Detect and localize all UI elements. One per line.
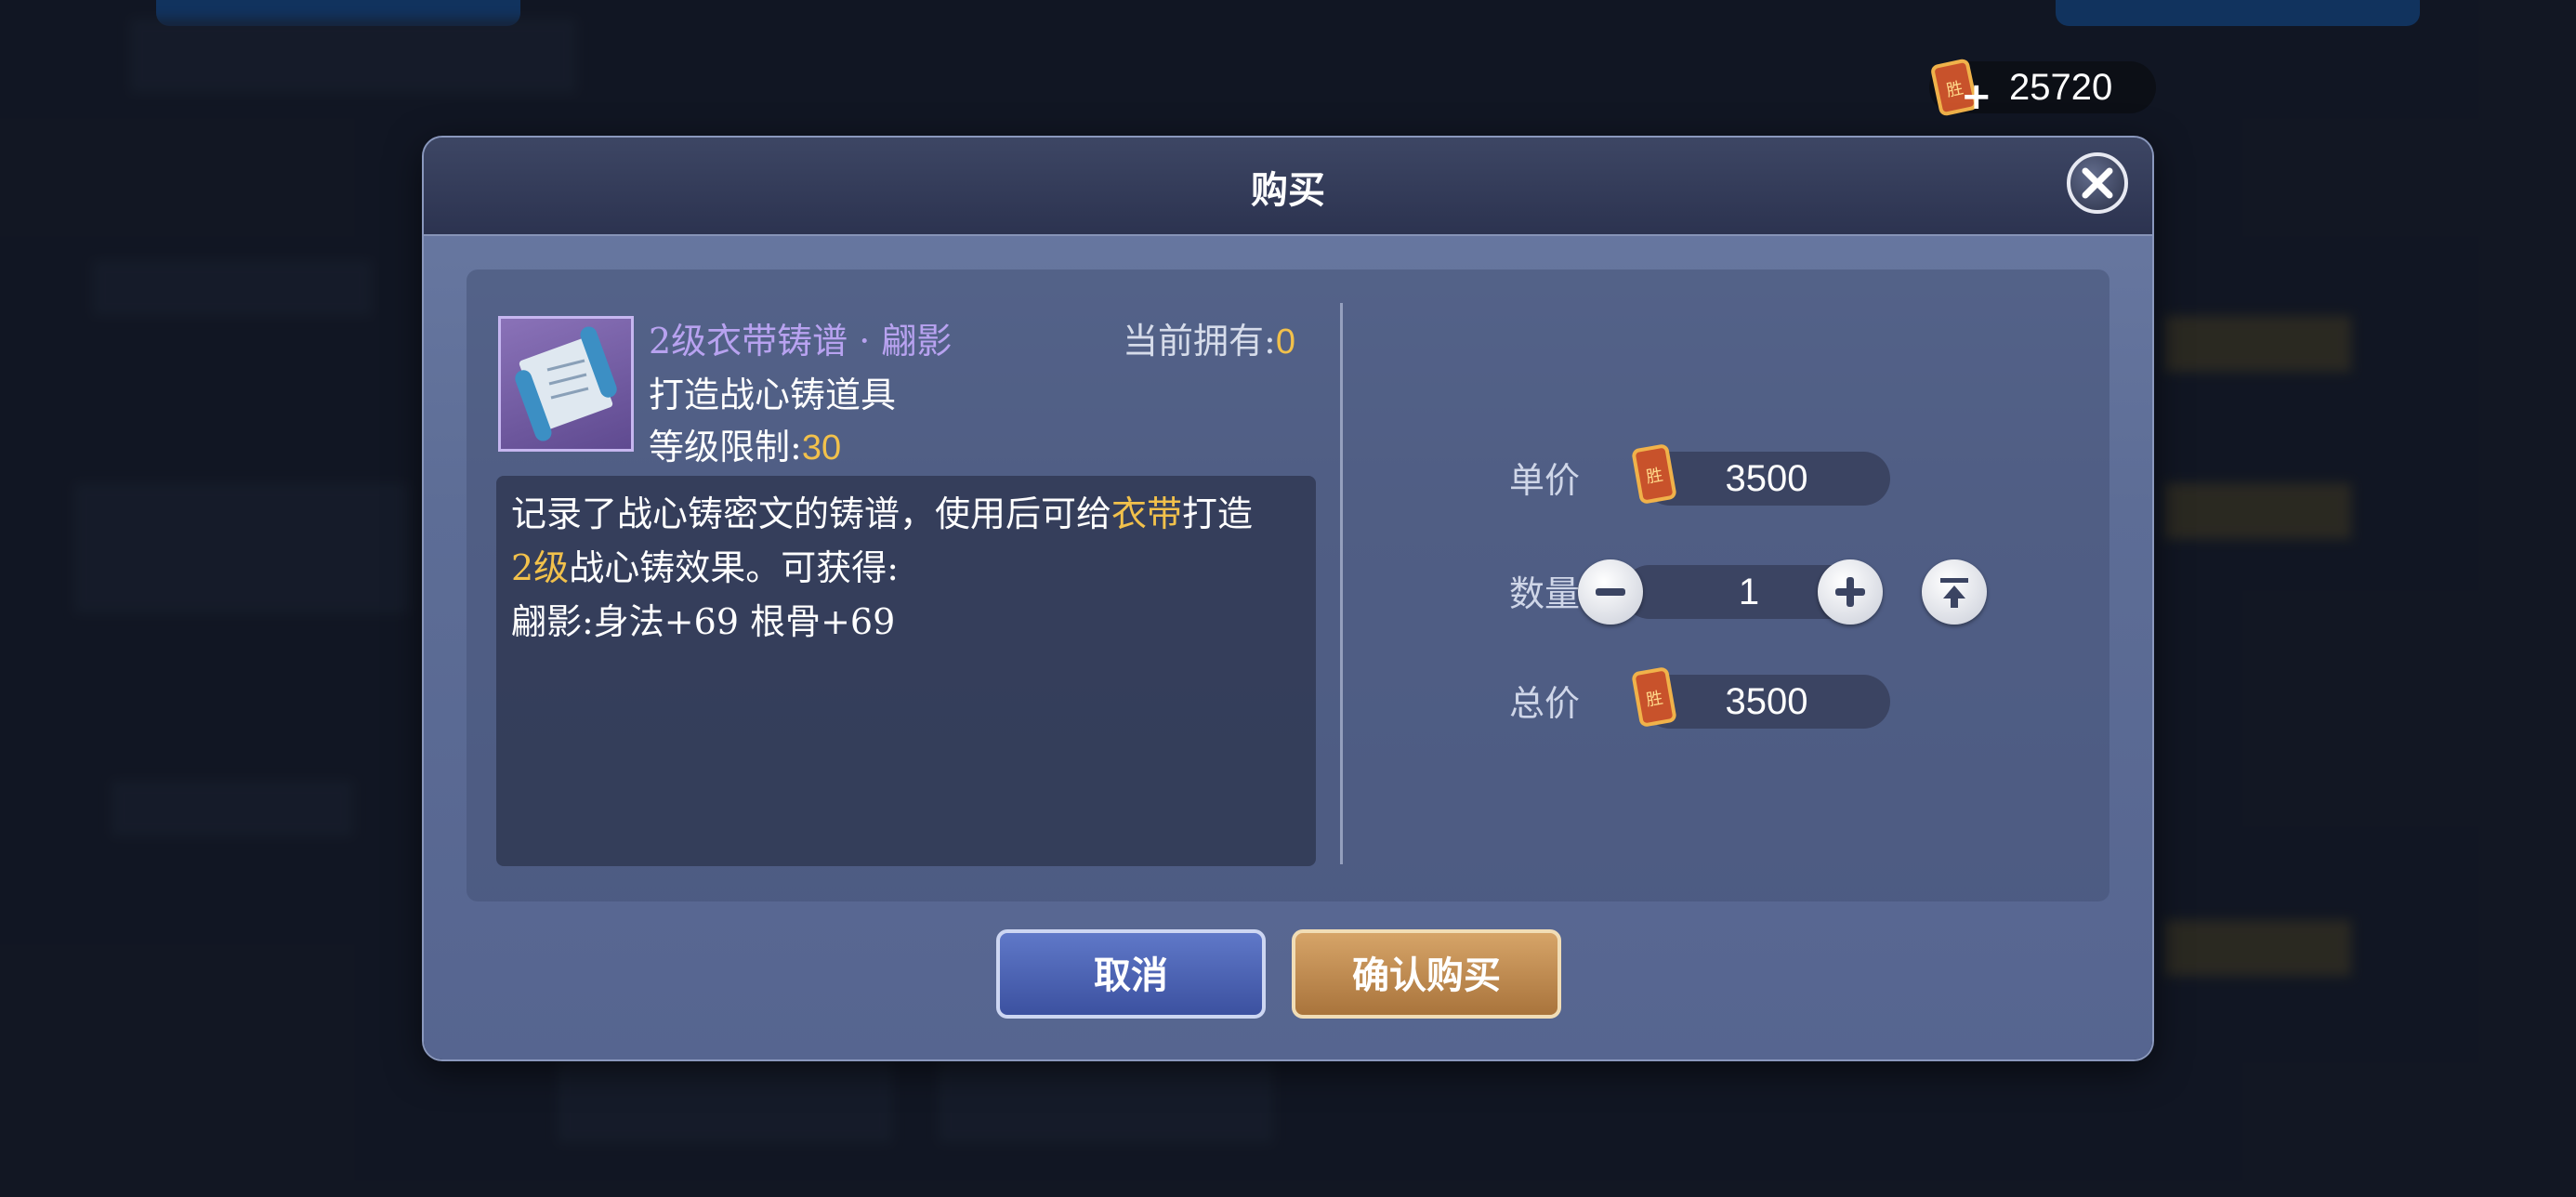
purchase-dialog: 购买 2级衣带铸谱 · 翩影 当前拥有:0 打造战心铸道具 等级限制:30 记录… bbox=[424, 138, 2152, 1059]
level-label: 等级限制: bbox=[649, 427, 802, 467]
token-icon: 胜 bbox=[1632, 667, 1676, 727]
svg-text:胜: 胜 bbox=[1645, 689, 1664, 711]
add-currency-icon[interactable]: + bbox=[1961, 78, 1992, 115]
owned-label: 当前拥有: bbox=[1123, 321, 1276, 362]
total-price-label: 总价 bbox=[1509, 683, 1581, 724]
cancel-button[interactable]: 取消 bbox=[996, 929, 1266, 1019]
item-description: 记录了战心铸密文的铸谱，使用后可给衣带打造 2级战心铸效果。可获得: 翩影:身法… bbox=[496, 476, 1316, 866]
max-quantity-button[interactable] bbox=[1922, 559, 1987, 625]
max-icon bbox=[1940, 578, 1968, 608]
decrease-quantity-button[interactable] bbox=[1578, 559, 1643, 625]
svg-text:胜: 胜 bbox=[1645, 466, 1664, 488]
description-text: 战心铸效果。可获得: bbox=[569, 547, 899, 588]
quantity-value: 1 bbox=[1738, 572, 1760, 612]
description-line: 2级战心铸效果。可获得: bbox=[511, 539, 899, 590]
item-type: 打造战心铸道具 bbox=[649, 375, 897, 415]
description-line: 记录了战心铸密文的铸谱，使用后可给衣带打造 bbox=[511, 485, 1253, 536]
currency-amount: 25720 bbox=[2009, 67, 2113, 108]
minus-icon bbox=[1596, 588, 1625, 596]
confirm-purchase-button[interactable]: 确认购买 bbox=[1292, 929, 1561, 1019]
description-highlight: 衣带 bbox=[1111, 493, 1183, 534]
plus-icon bbox=[1835, 577, 1865, 607]
item-panel: 2级衣带铸谱 · 翩影 当前拥有:0 打造战心铸道具 等级限制:30 记录了战心… bbox=[467, 270, 2109, 901]
description-text: 打造 bbox=[1182, 493, 1254, 534]
level-value: 30 bbox=[801, 428, 842, 467]
owned-count: 当前拥有:0 bbox=[1123, 312, 1295, 363]
panel-divider bbox=[1340, 303, 1343, 864]
unit-price-label: 单价 bbox=[1509, 460, 1581, 501]
token-icon: 胜 bbox=[1632, 444, 1676, 504]
currency-display: 胜 + 25720 bbox=[1929, 59, 2156, 116]
close-button[interactable] bbox=[2067, 152, 2128, 214]
total-price-text: 3500 bbox=[1725, 681, 1808, 722]
scroll-icon bbox=[498, 316, 634, 452]
dialog-title: 购买 bbox=[1251, 168, 1325, 212]
description-line: 翩影:身法+69 根骨+69 bbox=[511, 601, 896, 642]
increase-quantity-button[interactable] bbox=[1818, 559, 1883, 625]
unit-price-text: 3500 bbox=[1725, 458, 1808, 499]
description-highlight: 2级 bbox=[511, 547, 570, 588]
owned-value: 0 bbox=[1275, 322, 1295, 362]
dialog-header: 购买 bbox=[424, 138, 2152, 236]
item-name: 2级衣带铸谱 · 翩影 bbox=[649, 321, 953, 362]
quantity-label: 数量 bbox=[1509, 573, 1581, 614]
close-icon bbox=[2082, 167, 2113, 199]
level-requirement: 等级限制:30 bbox=[649, 418, 841, 469]
description-text: 记录了战心铸密文的铸谱，使用后可给 bbox=[511, 493, 1112, 534]
